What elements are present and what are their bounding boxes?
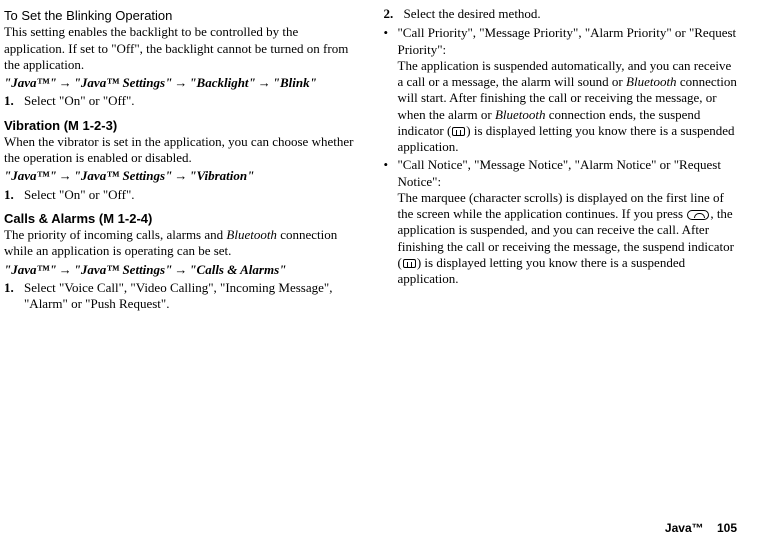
path-seg: "Calls & Alarms" bbox=[189, 262, 286, 277]
heading-text: Vibration bbox=[4, 118, 60, 133]
blink-desc: This setting enables the backlight to be… bbox=[4, 24, 358, 73]
bluetooth-word: Bluetooth bbox=[495, 107, 546, 122]
path-seg: "Java™" bbox=[4, 168, 57, 183]
path-seg: "Java™ Settings" bbox=[74, 262, 173, 277]
vibration-desc: When the vibrator is set in the applicat… bbox=[4, 134, 358, 167]
text: ) is displayed letting you know there is… bbox=[398, 255, 686, 286]
calls-path: "Java™"→"Java™ Settings"→"Calls & Alarms… bbox=[4, 262, 358, 278]
bullet-icon: • bbox=[384, 157, 398, 287]
heading-text: Calls & Alarms bbox=[4, 211, 95, 226]
list-item: 1. Select "Voice Call", "Video Calling",… bbox=[4, 280, 358, 313]
calls-steps: 1. Select "Voice Call", "Video Calling",… bbox=[4, 280, 358, 313]
bluetooth-word: Bluetooth bbox=[226, 227, 277, 242]
list-item: 1. Select "On" or "Off". bbox=[4, 93, 358, 109]
step-text: Select "Voice Call", "Video Calling", "I… bbox=[24, 280, 358, 313]
right-steps: 2. Select the desired method. bbox=[384, 6, 738, 22]
page-footer: Java™ 105 bbox=[665, 521, 737, 536]
call-key-icon bbox=[687, 210, 709, 220]
list-item: • "Call Priority", "Message Priority", "… bbox=[384, 25, 738, 155]
step-number: 1. bbox=[4, 280, 24, 313]
bullet-body: "Call Priority", "Message Priority", "Al… bbox=[398, 25, 738, 155]
vibration-heading: Vibration (M 1-2-3) bbox=[4, 118, 358, 134]
path-seg: "Java™ Settings" bbox=[74, 168, 173, 183]
list-item: • "Call Notice", "Message Notice", "Alar… bbox=[384, 157, 738, 287]
bullet-body: "Call Notice", "Message Notice", "Alarm … bbox=[398, 157, 738, 287]
step-text: Select "On" or "Off". bbox=[24, 187, 135, 203]
path-seg: "Backlight" bbox=[189, 75, 255, 90]
step-text: Select "On" or "Off". bbox=[24, 93, 135, 109]
step-text: Select the desired method. bbox=[404, 6, 541, 22]
vibration-path: "Java™"→"Java™ Settings"→"Vibration" bbox=[4, 168, 358, 184]
path-seg: "Blink" bbox=[273, 75, 317, 90]
menu-code: (M 1-2-3) bbox=[60, 118, 117, 133]
text: "Call Notice", "Message Notice", "Alarm … bbox=[398, 157, 721, 188]
path-seg: "Vibration" bbox=[189, 168, 254, 183]
footer-label: Java™ bbox=[665, 521, 704, 535]
vibration-steps: 1. Select "On" or "Off". bbox=[4, 187, 358, 203]
blink-path: "Java™"→"Java™ Settings"→"Backlight"→"Bl… bbox=[4, 75, 358, 91]
arrow-icon: → bbox=[256, 75, 273, 90]
arrow-icon: → bbox=[172, 262, 189, 277]
left-column: To Set the Blinking Operation This setti… bbox=[4, 6, 358, 315]
suspend-icon bbox=[452, 127, 465, 136]
path-seg: "Java™" bbox=[4, 262, 57, 277]
step-number: 1. bbox=[4, 187, 24, 203]
menu-code: (M 1-2-4) bbox=[95, 211, 152, 226]
method-bullets: • "Call Priority", "Message Priority", "… bbox=[384, 25, 738, 287]
text: The marquee (character scrolls) is displ… bbox=[398, 190, 724, 221]
blink-steps: 1. Select "On" or "Off". bbox=[4, 93, 358, 109]
blink-title: To Set the Blinking Operation bbox=[4, 8, 358, 24]
suspend-icon bbox=[403, 259, 416, 268]
arrow-icon: → bbox=[172, 75, 189, 90]
path-seg: "Java™" bbox=[4, 75, 57, 90]
arrow-icon: → bbox=[57, 262, 74, 277]
arrow-icon: → bbox=[57, 168, 74, 183]
page-number: 105 bbox=[717, 521, 737, 535]
step-number: 1. bbox=[4, 93, 24, 109]
calls-heading: Calls & Alarms (M 1-2-4) bbox=[4, 211, 358, 227]
arrow-icon: → bbox=[172, 168, 189, 183]
calls-desc: The priority of incoming calls, alarms a… bbox=[4, 227, 358, 260]
bullet-icon: • bbox=[384, 25, 398, 155]
list-item: 2. Select the desired method. bbox=[384, 6, 738, 22]
path-seg: "Java™ Settings" bbox=[74, 75, 173, 90]
step-number: 2. bbox=[384, 6, 404, 22]
arrow-icon: → bbox=[57, 75, 74, 90]
list-item: 1. Select "On" or "Off". bbox=[4, 187, 358, 203]
right-column: 2. Select the desired method. • "Call Pr… bbox=[384, 6, 738, 315]
bluetooth-word: Bluetooth bbox=[626, 74, 677, 89]
text: The priority of incoming calls, alarms a… bbox=[4, 227, 226, 242]
text: "Call Priority", "Message Priority", "Al… bbox=[398, 25, 737, 56]
